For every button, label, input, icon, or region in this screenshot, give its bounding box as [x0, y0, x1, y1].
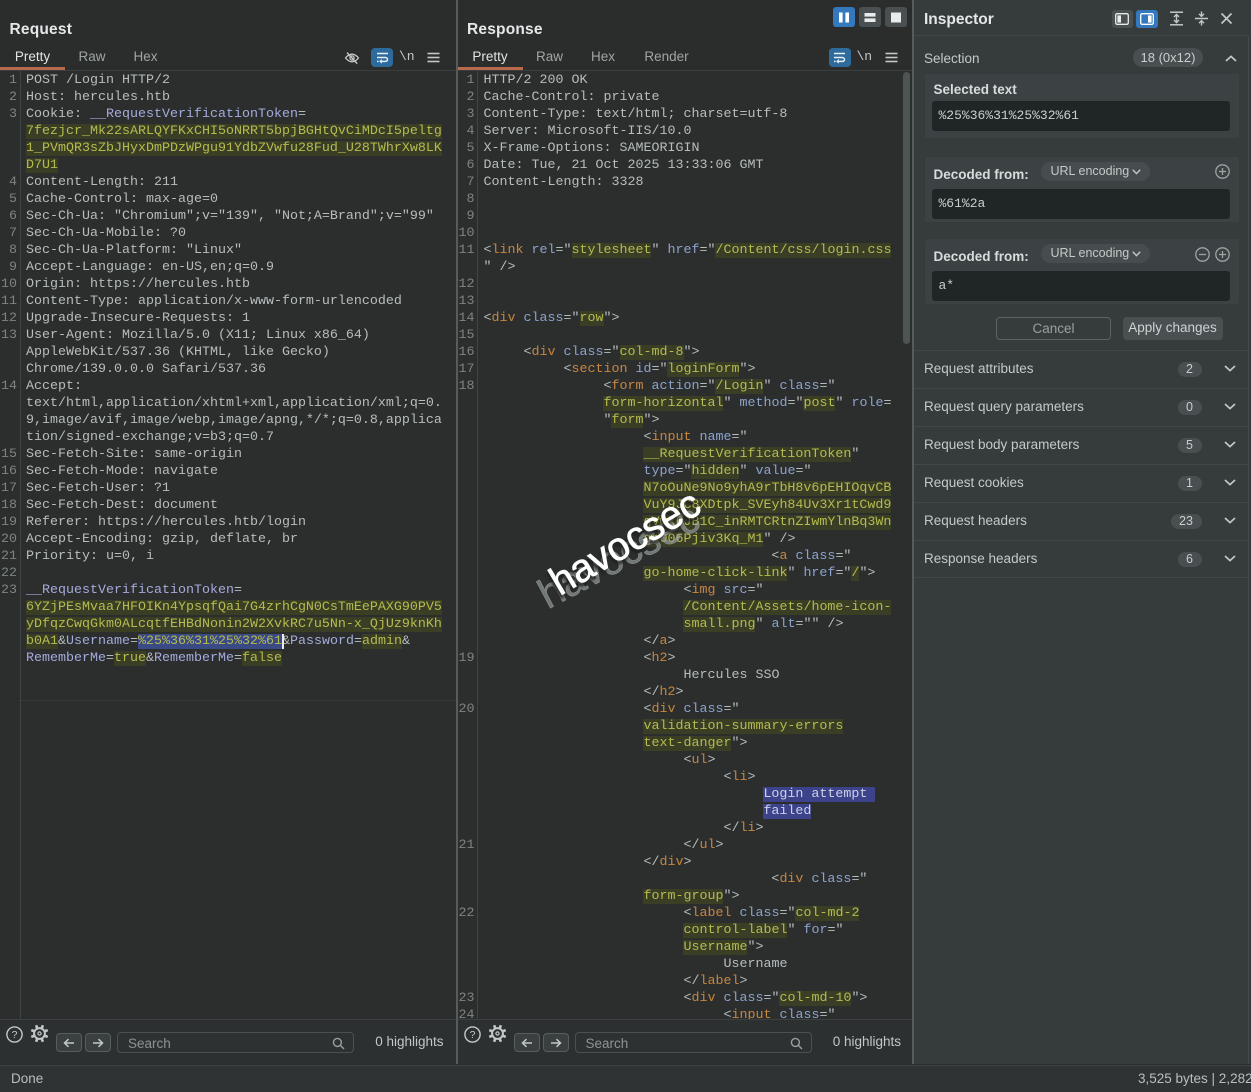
- svg-text:?: ?: [12, 1029, 18, 1041]
- svg-text:?: ?: [469, 1029, 475, 1041]
